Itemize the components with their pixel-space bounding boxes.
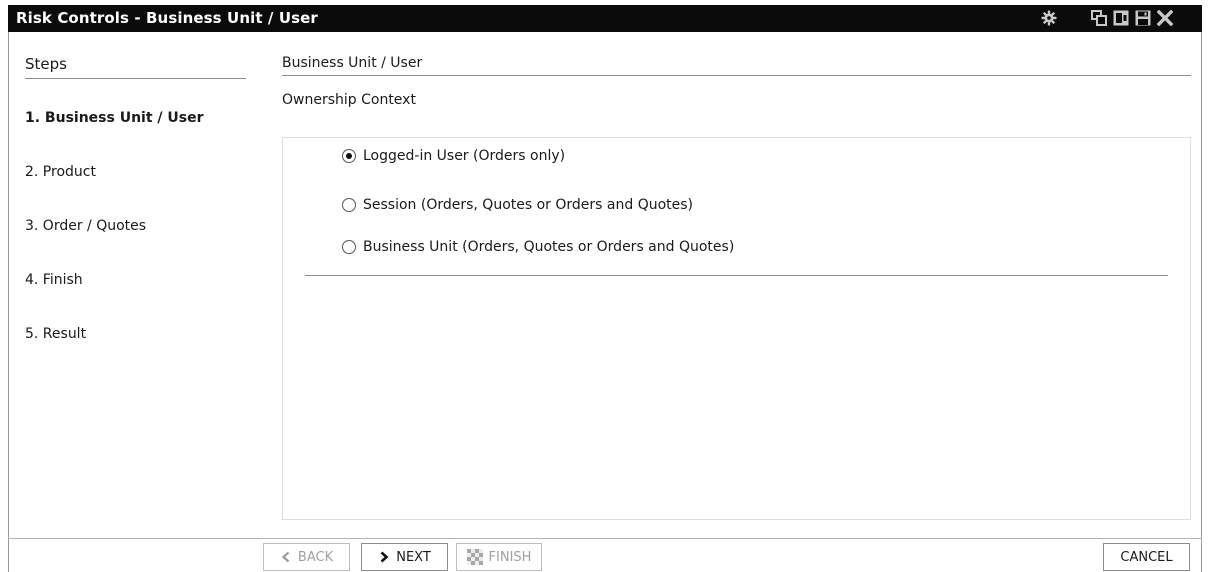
steps-divider <box>25 78 246 79</box>
option-logged-in-user[interactable]: Logged-in User (Orders only) <box>342 147 565 165</box>
steps-title: Steps <box>25 55 67 73</box>
footer-divider <box>8 538 1202 539</box>
step-product: 2. Product <box>25 164 96 180</box>
step-order-quotes: 3. Order / Quotes <box>25 218 147 234</box>
close-icon[interactable] <box>1157 10 1173 26</box>
chevron-right-icon <box>378 551 390 563</box>
gear-icon[interactable] <box>1041 10 1057 26</box>
ownership-context-label: Ownership Context <box>282 92 416 108</box>
step-finish: 4. Finish <box>25 272 83 288</box>
option-label: Business Unit (Orders, Quotes or Orders … <box>363 239 735 255</box>
next-button[interactable]: NEXT <box>361 543 448 571</box>
cancel-button[interactable]: CANCEL <box>1103 543 1190 571</box>
window-title: Risk Controls - Business Unit / User <box>16 9 318 27</box>
radio-button[interactable] <box>342 198 356 212</box>
option-business-unit[interactable]: Business Unit (Orders, Quotes or Orders … <box>342 238 734 256</box>
option-label: Logged-in User (Orders only) <box>363 148 566 164</box>
finish-button[interactable]: FINISH <box>456 543 542 571</box>
back-button-label: BACK <box>297 549 334 565</box>
option-session[interactable]: Session (Orders, Quotes or Orders and Qu… <box>342 196 693 214</box>
step-business-unit-user: 1. Business Unit / User <box>25 110 204 126</box>
options-divider <box>305 275 1168 276</box>
chevron-left-icon <box>280 551 292 563</box>
back-button[interactable]: BACK <box>263 543 350 571</box>
finish-button-label: FINISH <box>488 549 532 565</box>
restore-window-icon[interactable] <box>1091 10 1107 26</box>
page-title: Business Unit / User <box>282 55 423 71</box>
checkered-flag-icon <box>466 549 483 565</box>
save-icon[interactable] <box>1135 10 1151 26</box>
option-label: Session (Orders, Quotes or Orders and Qu… <box>363 197 694 213</box>
ownership-context-panel <box>282 137 1191 520</box>
title-divider <box>282 75 1191 76</box>
radio-button-selected[interactable] <box>342 149 356 163</box>
title-bar: Risk Controls - Business Unit / User <box>8 5 1202 32</box>
next-button-label: NEXT <box>396 549 431 565</box>
radio-button[interactable] <box>342 240 356 254</box>
step-result: 5. Result <box>25 326 87 342</box>
cancel-button-label: CANCEL <box>1120 549 1173 565</box>
dock-icon[interactable] <box>1113 10 1129 26</box>
